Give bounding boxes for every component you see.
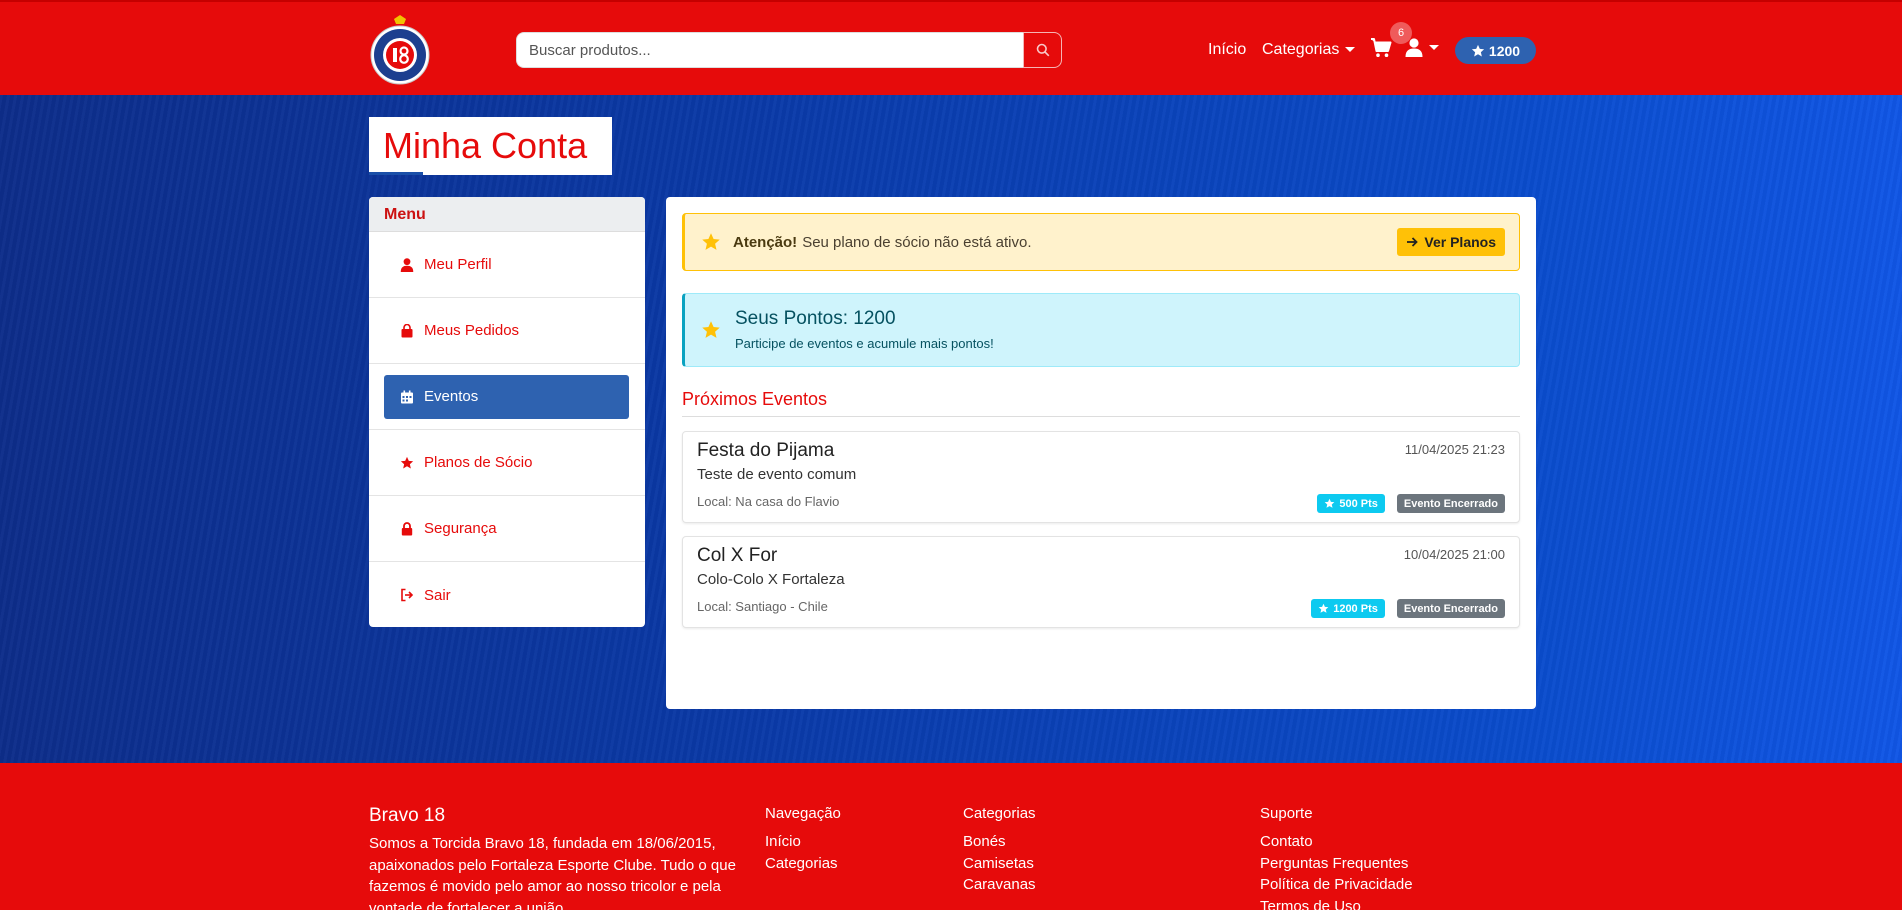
footer-link-faq[interactable]: Perguntas Frequentes [1260,853,1413,875]
site-footer: Bravo 18 Somos a Torcida Bravo 18, funda… [0,763,1902,910]
sidebar-link-meu-perfil[interactable]: Meu Perfil [384,243,629,287]
points-badge: 1200 Pts [1311,599,1385,618]
sidebar-heading: Menu [369,197,645,232]
footer-link-contato[interactable]: Contato [1260,831,1413,853]
sidebar-item-label: Segurança [424,520,497,537]
event-location: Local: Na casa do Flavio [697,494,840,509]
event-location: Local: Santiago - Chile [697,599,828,614]
lock-icon [401,521,413,535]
points-pill[interactable]: 1200 [1455,37,1536,64]
star-icon [702,321,720,338]
star-icon [1318,603,1329,613]
cart-icon[interactable] [1370,38,1392,58]
footer-brand: Bravo 18 [369,805,446,826]
status-badge: Evento Encerrado [1396,494,1505,513]
footer-link-privacidade[interactable]: Política de Privacidade [1260,874,1413,896]
status-badge: Evento Encerrado [1396,599,1505,618]
star-icon [702,233,720,250]
points-title: Seus Pontos: 1200 [735,308,896,329]
event-date: 10/04/2025 21:00 [1403,547,1505,562]
points-badge-label: 500 Pts [1339,497,1378,510]
footer-col-title: Categorias [963,805,1036,822]
divider [682,416,1520,417]
logout-icon [401,588,414,602]
sidebar-item-planos-de-socio: Planos de Sócio [369,430,645,496]
chevron-down-icon [1429,45,1439,50]
nav-inicio-label: Início [1208,40,1247,58]
sidebar-item-meus-pedidos: Meus Pedidos [369,298,645,364]
points-badge: 500 Pts [1317,494,1385,513]
events-heading: Próximos Eventos [682,389,828,409]
content-panel: Atenção! Seu plano de sócio não está ati… [666,197,1536,709]
event-date: 11/04/2025 21:23 [1404,442,1505,457]
bag-icon [401,323,413,337]
title-underline [369,172,423,175]
arrow-right-icon [1407,237,1419,247]
sidebar-item-meu-perfil: Meu Perfil [369,232,645,298]
star-icon [400,456,414,468]
bravo18-logo[interactable] [369,15,431,85]
warning-text: Seu plano de sócio não está ativo. [802,233,1032,251]
footer-col-title: Navegação [765,805,841,822]
nav-categorias-label: Categorias [1262,40,1340,58]
event-badges: 500 Pts Evento Encerrado [1317,494,1505,513]
points-info-box: Seus Pontos: 1200 Participe de eventos e… [682,293,1520,367]
footer-link-termos[interactable]: Termos de Uso [1260,896,1413,910]
search-input[interactable] [516,32,1023,68]
sidebar-link-planos-de-socio[interactable]: Planos de Sócio [384,441,629,485]
search-bar [516,32,1062,68]
ver-planos-button[interactable]: Ver Planos [1397,228,1505,256]
warning-strong: Atenção! [733,233,798,251]
sidebar-link-seguranca[interactable]: Segurança [384,507,629,551]
sidebar-item-label: Sair [424,586,451,604]
event-description: Teste de evento comum [697,466,857,483]
points-badge-label: 1200 Pts [1333,602,1378,615]
sidebar-link-sair[interactable]: Sair [384,573,629,617]
user-icon [400,257,414,272]
sidebar-item-label: Meus Pedidos [424,322,520,339]
points-subtitle: Participe de eventos e acumule mais pont… [735,336,994,351]
membership-warning-alert: Atenção! Seu plano de sócio não está ati… [682,213,1520,271]
sidebar-item-label: Eventos [424,388,479,405]
search-button[interactable] [1023,32,1062,68]
chevron-down-icon [1345,47,1356,52]
sidebar-item-sair: Sair [369,562,645,627]
footer-col-suporte: Suporte Contato Perguntas Frequentes Pol… [1260,805,1413,910]
event-card: Festa do Pijama 11/04/2025 21:23 Teste d… [682,431,1520,523]
sidebar-item-seguranca: Segurança [369,496,645,562]
event-name: Festa do Pijama [697,440,835,461]
page-title: Minha Conta [383,125,588,166]
event-name: Col X For [697,545,778,566]
ver-planos-label: Ver Planos [1424,234,1496,250]
page-title-box: Minha Conta [369,117,612,175]
points-pill-value: 1200 [1488,42,1521,59]
user-menu-dropdown[interactable] [1405,38,1439,57]
event-card: Col X For 10/04/2025 21:00 Colo-Colo X F… [682,536,1520,628]
footer-col-title: Suporte [1260,805,1313,822]
sidebar-item-label: Meu Perfil [424,256,492,273]
nav-dropdown-categorias[interactable]: Categorias [1262,2,1356,97]
sidebar-item-eventos: Eventos [369,364,645,430]
nav-link-inicio[interactable]: Início [1208,2,1246,97]
sidebar-link-meus-pedidos[interactable]: Meus Pedidos [384,309,629,353]
footer-link-camisetas[interactable]: Camisetas [963,853,1036,875]
account-sidebar: Menu Meu Perfil Meus Pedidos Eventos Pla… [369,197,645,627]
sidebar-item-label: Planos de Sócio [424,454,533,471]
calendar-icon [401,390,413,403]
event-badges: 1200 Pts Evento Encerrado [1311,599,1505,618]
footer-link-bones[interactable]: Bonés [963,831,1036,853]
footer-link-inicio[interactable]: Início [765,831,841,853]
footer-link-categorias[interactable]: Categorias [765,853,841,875]
star-icon [1325,498,1335,508]
footer-col-navegacao: Navegação Início Categorias [765,805,841,874]
event-description: Colo-Colo X Fortaleza [697,571,845,588]
footer-link-caravanas[interactable]: Caravanas [963,874,1036,896]
sidebar-link-eventos[interactable]: Eventos [384,374,629,419]
footer-col-categorias: Categorias Bonés Camisetas Caravanas [963,805,1036,896]
footer-about: Somos a Torcida Bravo 18, fundada em 18/… [369,835,736,910]
star-icon [1471,44,1485,56]
user-icon [1405,38,1423,57]
top-navbar: Início Categorias 6 1200 [0,0,1902,95]
search-icon [1036,43,1049,57]
